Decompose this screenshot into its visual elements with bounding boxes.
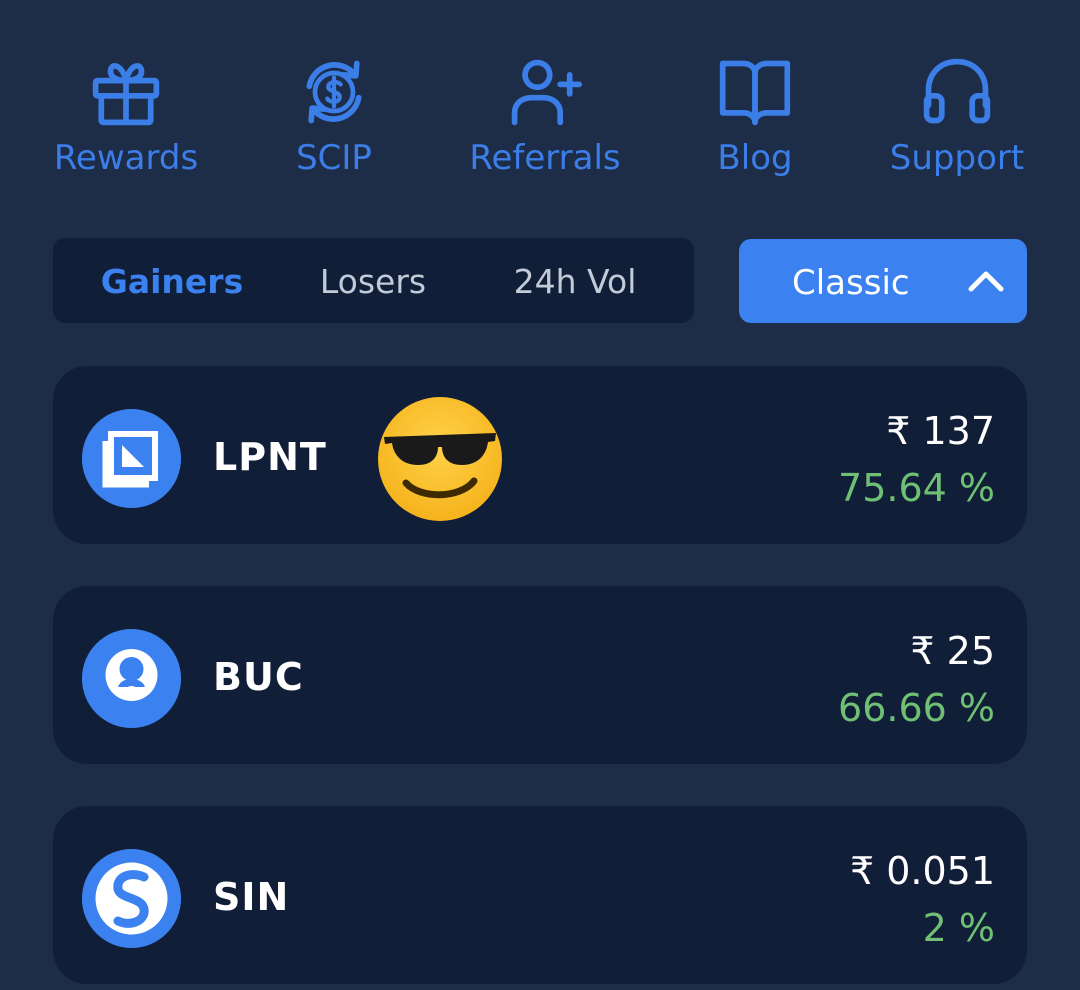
buc-logo-icon <box>82 629 181 728</box>
referrals-link[interactable]: Referrals <box>435 52 655 192</box>
blog-label: Blog <box>717 138 793 178</box>
sunglasses-emoji-icon <box>376 395 504 523</box>
market-filter-tabs: Gainers Losers 24h Vol <box>53 238 694 323</box>
dollar-cycle-icon <box>294 52 374 132</box>
headphones-icon <box>917 52 997 132</box>
coin-row-sin[interactable]: SIN ₹ 0.051 2 % <box>53 806 1027 984</box>
gift-icon <box>86 52 166 132</box>
lpnt-logo-icon <box>82 409 181 508</box>
coin-symbol: BUC <box>213 655 304 699</box>
coin-symbol: LPNT <box>213 435 327 479</box>
view-mode-select[interactable]: Classic <box>739 239 1027 323</box>
scip-label: SCIP <box>296 138 372 178</box>
tab-losers[interactable]: Losers <box>289 238 457 323</box>
quick-links-bar: Rewards SCIP Referrals Blog Support <box>0 0 1080 200</box>
sin-logo-icon <box>82 849 181 948</box>
book-icon <box>715 52 795 132</box>
coin-price: ₹ 25 <box>910 629 995 673</box>
chevron-up-icon <box>967 265 1005 297</box>
tab-gainers[interactable]: Gainers <box>83 238 261 323</box>
add-user-icon <box>505 52 585 132</box>
coin-change: 66.66 % <box>838 686 995 730</box>
blog-link[interactable]: Blog <box>645 52 865 192</box>
coin-row-lpnt[interactable]: LPNT ₹ 137 75.64 % <box>53 366 1027 544</box>
coin-row-buc[interactable]: BUC ₹ 25 66.66 % <box>53 586 1027 764</box>
scip-link[interactable]: SCIP <box>224 52 444 192</box>
view-mode-value: Classic <box>792 263 910 303</box>
coin-symbol: SIN <box>213 875 290 919</box>
tab-24h-vol[interactable]: 24h Vol <box>481 238 669 323</box>
coin-change: 75.64 % <box>838 466 995 510</box>
rewards-label: Rewards <box>53 138 199 178</box>
coin-price: ₹ 0.051 <box>849 849 995 893</box>
support-label: Support <box>889 138 1025 178</box>
coin-change: 2 % <box>922 906 995 950</box>
support-link[interactable]: Support <box>847 52 1067 192</box>
referrals-label: Referrals <box>469 138 621 178</box>
rewards-link[interactable]: Rewards <box>16 52 236 192</box>
coin-price: ₹ 137 <box>886 409 995 453</box>
